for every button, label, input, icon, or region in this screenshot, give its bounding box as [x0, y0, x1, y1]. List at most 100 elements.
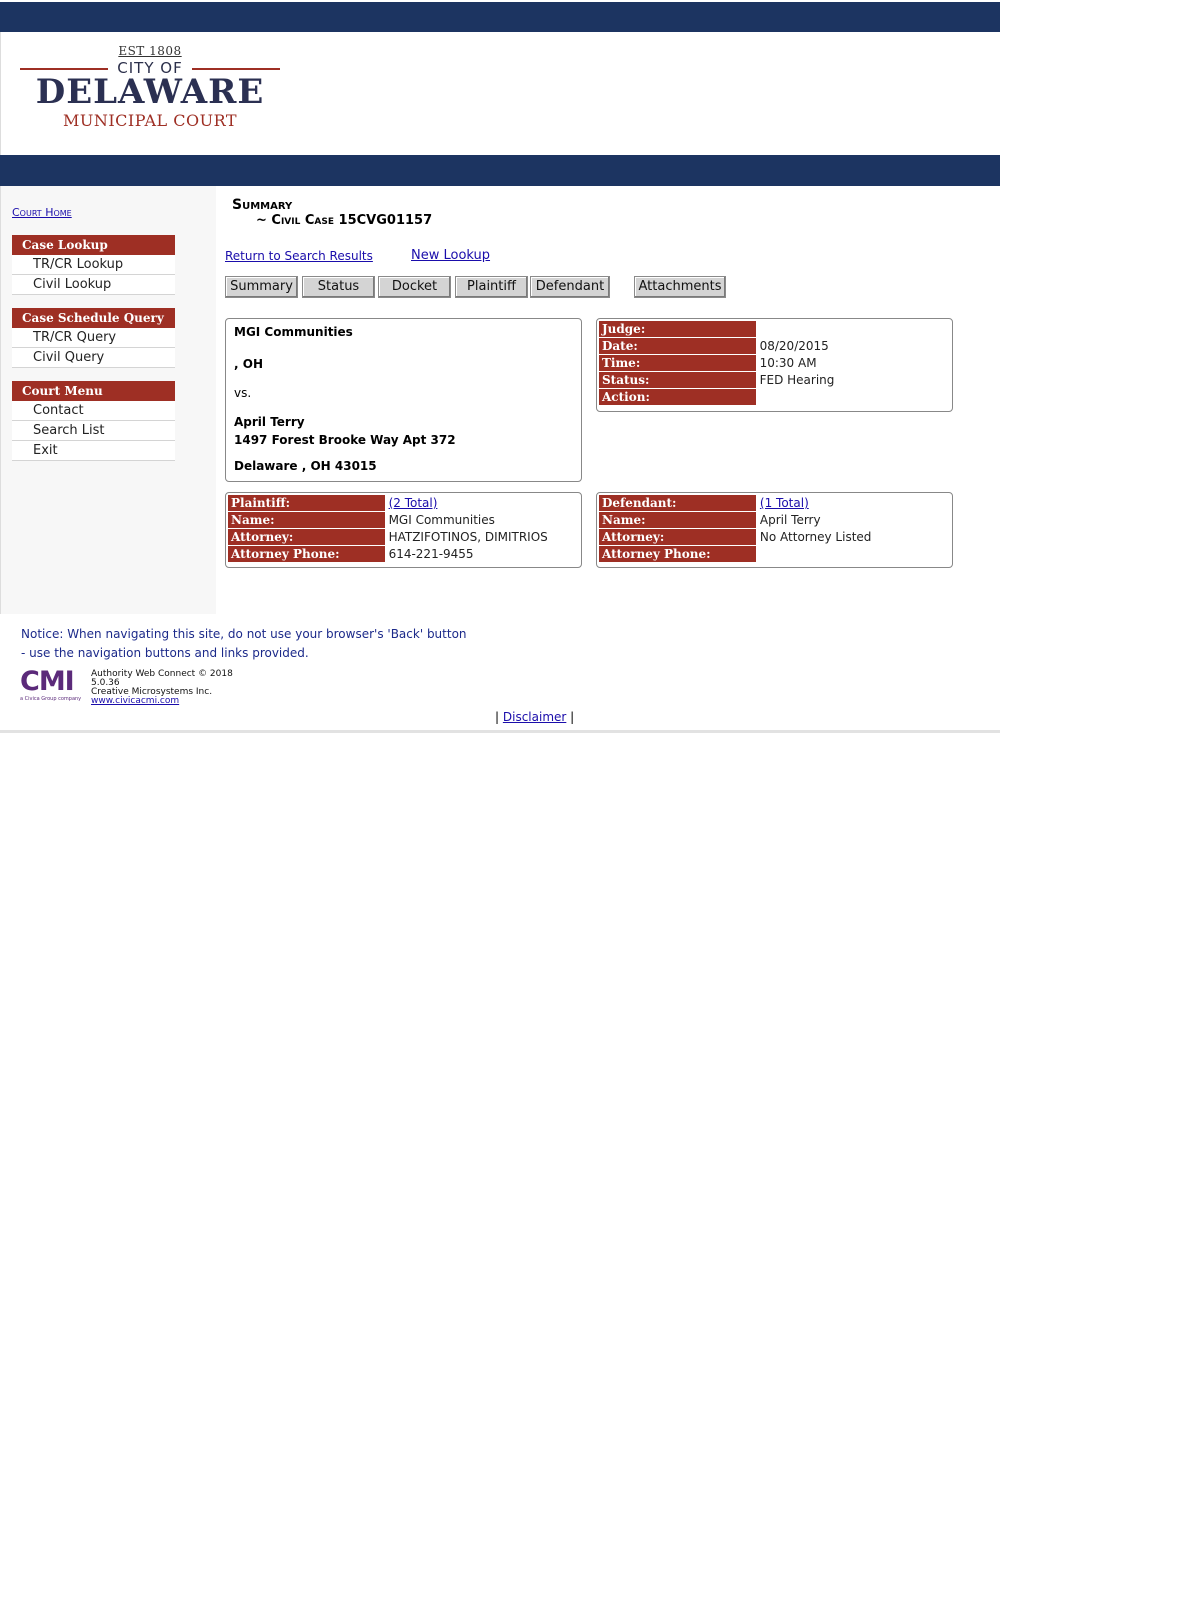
- schedule-row-action: Action:: [599, 389, 951, 405]
- disclaimer-suffix: |: [570, 710, 575, 724]
- defendant-phone-label: Attorney Phone:: [599, 546, 756, 562]
- menu-header-court-menu: Court Menu: [12, 381, 175, 401]
- vendor-website-link[interactable]: www.civicacmi.com: [91, 696, 179, 706]
- plaintiff-header-label: Plaintiff:: [228, 495, 385, 511]
- defendant-row-header: Defendant: (1 Total): [599, 495, 951, 511]
- defendant-party-name: April Terry: [234, 415, 305, 429]
- case-subtitle: ~ Civil Case 15CVG01157: [256, 213, 433, 228]
- disclaimer-link[interactable]: Disclaimer: [503, 710, 566, 724]
- menu-header-case-lookup: Case Lookup: [12, 235, 175, 255]
- plaintiff-row-name: Name: MGI Communities: [228, 512, 580, 528]
- sidebar-item-contact[interactable]: Contact: [12, 401, 175, 421]
- defendant-total-link[interactable]: (1 Total): [760, 496, 809, 510]
- defendant-row-attorney: Attorney: No Attorney Listed: [599, 529, 951, 545]
- date-value: 08/20/2015: [759, 339, 829, 353]
- tab-defendant[interactable]: Defendant: [530, 276, 610, 298]
- footer-divider: [0, 730, 1000, 733]
- plaintiff-name-value: MGI Communities: [388, 513, 495, 527]
- plaintiff-box: Plaintiff: (2 Total) Name: MGI Communiti…: [225, 492, 582, 568]
- defendant-name-value: April Terry: [759, 513, 821, 527]
- action-value: [757, 389, 951, 405]
- schedule-row-date: Date: 08/20/2015: [599, 338, 951, 354]
- sidebar: Court Home Case Lookup TR/CR Lookup Civi…: [0, 186, 216, 614]
- menu-case-schedule-query: Case Schedule Query TR/CR Query Civil Qu…: [12, 308, 175, 368]
- plaintiff-table: Plaintiff: (2 Total) Name: MGI Communiti…: [227, 494, 581, 563]
- plaintiff-row-attorney: Attorney: HATZIFOTINOS, DIMITRIOS: [228, 529, 580, 545]
- plaintiff-attorney-label: Attorney:: [228, 529, 385, 545]
- plaintiff-total-link[interactable]: (2 Total): [389, 496, 438, 510]
- schedule-table: Judge: Date: 08/20/2015 Time: 10:30 AM S…: [598, 320, 952, 406]
- logo-name: DELAWARE: [35, 72, 265, 112]
- status-label: Status:: [599, 372, 756, 388]
- plaintiff-phone-label: Attorney Phone:: [228, 546, 385, 562]
- defendant-attorney-label: Attorney:: [599, 529, 756, 545]
- defendant-party-street: 1497 Forest Brooke Way Apt 372: [234, 433, 456, 447]
- status-value: FED Hearing: [759, 373, 835, 387]
- notice-line-1: Notice: When navigating this site, do no…: [21, 627, 467, 641]
- sidebar-item-search-list[interactable]: Search List: [12, 421, 175, 441]
- menu-court-menu: Court Menu Contact Search List Exit: [12, 381, 175, 461]
- sidebar-item-trcr-lookup[interactable]: TR/CR Lookup: [12, 255, 175, 275]
- court-home-link[interactable]: Court Home: [12, 206, 72, 219]
- sidebar-item-civil-lookup[interactable]: Civil Lookup: [12, 275, 175, 295]
- disclaimer-row: | Disclaimer |: [495, 710, 574, 724]
- logo-rule-right: [192, 68, 280, 70]
- plaintiff-party-location: , OH: [234, 357, 263, 371]
- judge-value: [757, 321, 951, 337]
- defendant-name-label: Name:: [599, 512, 756, 528]
- schedule-box: Judge: Date: 08/20/2015 Time: 10:30 AM S…: [596, 318, 953, 412]
- logo-city: CITY OF: [117, 59, 183, 77]
- menu-case-lookup: Case Lookup TR/CR Lookup Civil Lookup: [12, 235, 175, 295]
- time-label: Time:: [599, 355, 756, 371]
- time-value: 10:30 AM: [759, 356, 817, 370]
- plaintiff-attorney-value: HATZIFOTINOS, DIMITRIOS: [388, 530, 548, 544]
- cmi-wordmark: CMI: [20, 666, 75, 697]
- plaintiff-row-phone: Attorney Phone: 614-221-9455: [228, 546, 580, 562]
- logo-city-row: CITY OF: [20, 59, 280, 77]
- defendant-row-phone: Attorney Phone:: [599, 546, 951, 562]
- sidebar-item-trcr-query[interactable]: TR/CR Query: [12, 328, 175, 348]
- schedule-row-status: Status: FED Hearing: [599, 372, 951, 388]
- plaintiff-name-label: Name:: [228, 512, 385, 528]
- new-lookup-link[interactable]: New Lookup: [411, 248, 490, 263]
- plaintiff-party-name: MGI Communities: [234, 325, 353, 339]
- logo-court: MUNICIPAL COURT: [62, 111, 238, 130]
- defendant-party-city: Delaware , OH 43015: [234, 459, 377, 473]
- vendor-info: Authority Web Connect © 2018 5.0.36 Crea…: [91, 670, 233, 706]
- plaintiff-row-header: Plaintiff: (2 Total): [228, 495, 580, 511]
- tab-docket[interactable]: Docket: [378, 276, 451, 298]
- logo-est: EST 1808: [118, 44, 182, 58]
- court-logo[interactable]: EST 1808 CITY OF DELAWARE MUNICIPAL COUR…: [20, 44, 280, 140]
- nav-banner: [0, 155, 1000, 186]
- navigation-notice: Notice: When navigating this site, do no…: [21, 625, 467, 663]
- menu-header-case-schedule-query: Case Schedule Query: [12, 308, 175, 328]
- date-label: Date:: [599, 338, 756, 354]
- plaintiff-phone-value: 614-221-9455: [388, 547, 474, 561]
- notice-line-2: - use the navigation buttons and links p…: [21, 646, 309, 660]
- return-to-search-link[interactable]: Return to Search Results: [225, 249, 373, 263]
- sidebar-item-exit[interactable]: Exit: [12, 441, 175, 461]
- defendant-attorney-value: No Attorney Listed: [759, 530, 872, 544]
- schedule-row-judge: Judge:: [599, 321, 951, 337]
- schedule-row-time: Time: 10:30 AM: [599, 355, 951, 371]
- defendant-box: Defendant: (1 Total) Name: April Terry A…: [596, 492, 953, 568]
- disclaimer-prefix: |: [495, 710, 500, 724]
- defendant-table: Defendant: (1 Total) Name: April Terry A…: [598, 494, 952, 563]
- cmi-tagline: a Civica Group company: [20, 696, 82, 702]
- tab-plaintiff[interactable]: Plaintiff: [455, 276, 528, 298]
- judge-label: Judge:: [599, 321, 756, 337]
- defendant-row-name: Name: April Terry: [599, 512, 951, 528]
- top-banner: [0, 2, 1000, 32]
- cmi-logo: CMI a Civica Group company: [20, 666, 90, 703]
- tab-status[interactable]: Status: [302, 276, 375, 298]
- tab-summary[interactable]: Summary: [225, 276, 298, 298]
- defendant-header-label: Defendant:: [599, 495, 756, 511]
- logo-rule-left: [20, 68, 108, 70]
- versus-label: vs.: [234, 386, 252, 400]
- case-parties-box: MGI Communities , OH vs. April Terry 149…: [225, 318, 582, 482]
- tab-attachments[interactable]: Attachments: [634, 276, 726, 298]
- sidebar-item-civil-query[interactable]: Civil Query: [12, 348, 175, 368]
- page-title: Summary: [232, 197, 293, 213]
- defendant-phone-value: [757, 546, 951, 562]
- action-label: Action:: [599, 389, 756, 405]
